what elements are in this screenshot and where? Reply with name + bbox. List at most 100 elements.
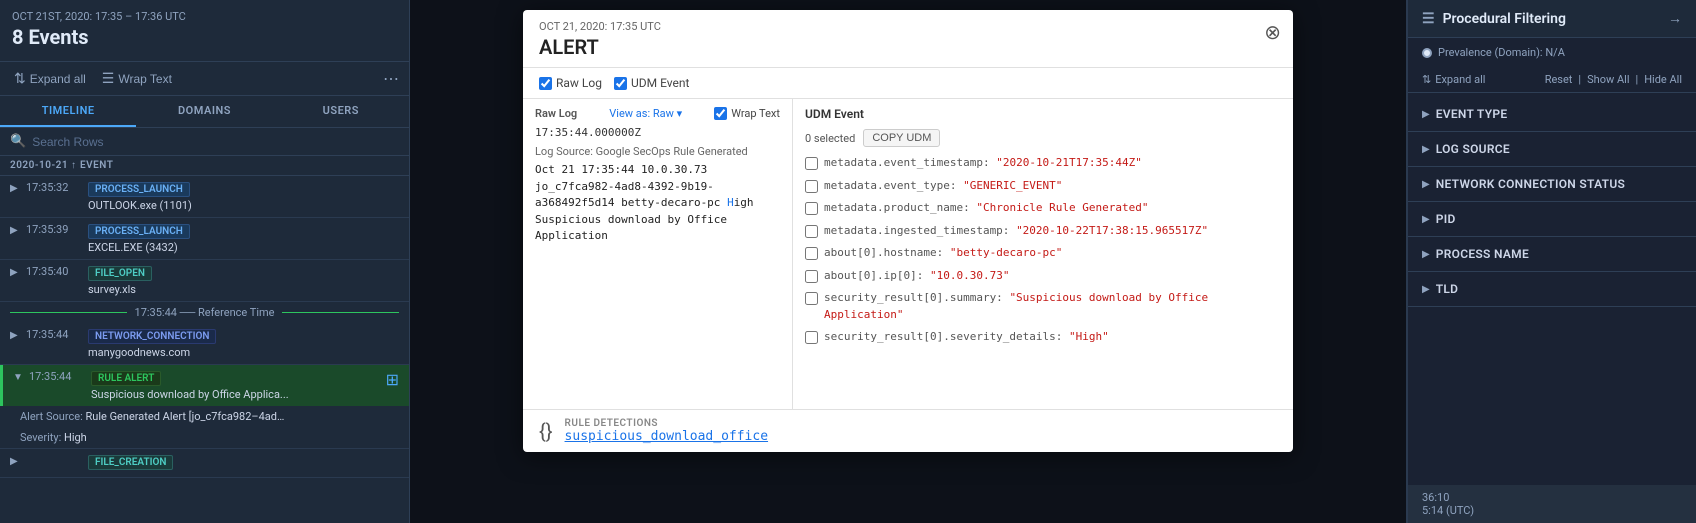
chevron-right-icon: ▶ — [10, 330, 22, 341]
event-group: ▶ 17:35:44 NETWORK_CONNECTION manygoodne… — [0, 323, 409, 365]
filter-section-header[interactable]: ▶ TLD — [1408, 272, 1696, 306]
udm-field: metadata.ingested_timestamp: "2020-10-22… — [805, 223, 1281, 240]
wrap-text-button[interactable]: ☰ Wrap Text — [98, 68, 176, 89]
udm-field-checkbox[interactable] — [805, 202, 818, 215]
filter-section-network-status: ▶ NETWORK CONNECTION STATUS — [1408, 167, 1696, 202]
wrap-text-label: Wrap Text — [731, 107, 780, 120]
raw-log-tab[interactable]: Raw Log — [539, 76, 602, 90]
event-content: PROCESS_LAUNCH OUTLOOK.exe (1101) — [88, 181, 399, 212]
search-input[interactable] — [32, 135, 399, 149]
modal-close-button[interactable]: ⊗ — [1264, 20, 1281, 45]
udm-field-checkbox[interactable] — [805, 247, 818, 260]
filter-section-header[interactable]: ▶ PROCESS NAME — [1408, 237, 1696, 271]
tab-timeline[interactable]: TIMELINE — [0, 96, 136, 127]
wrap-text-checkbox[interactable] — [714, 107, 727, 120]
rule-detections: {} RULE DETECTIONS suspicious_download_o… — [523, 409, 1293, 452]
udm-field: metadata.event_timestamp: "2020-10-21T17… — [805, 155, 1281, 172]
udm-field-checkbox[interactable] — [805, 292, 818, 305]
modal-body: Raw Log View as: Raw ▾ Wrap Text 17:35:4… — [523, 99, 1293, 409]
filter-section-header[interactable]: ▶ EVENT TYPE — [1408, 97, 1696, 131]
event-label: manygoodnews.com — [88, 346, 399, 359]
tab-domains[interactable]: DOMAINS — [136, 96, 272, 127]
filter-section-tld: ▶ TLD — [1408, 272, 1696, 307]
more-button[interactable]: ⋯ — [383, 69, 399, 88]
udm-field-checkbox[interactable] — [805, 225, 818, 238]
event-label: survey.xls — [88, 283, 399, 296]
raw-log-timestamp: 17:35:44.000000Z — [535, 126, 780, 139]
filter-section-header[interactable]: ▶ PID — [1408, 202, 1696, 236]
filter-section-title: LOG SOURCE — [1436, 142, 1510, 156]
table-row[interactable]: ▶ FILE_CREATION — [0, 449, 409, 477]
left-header: OCT 21ST, 2020: 17:35 – 17:36 UTC 8 Even… — [0, 0, 409, 62]
chevron-right-icon: ▶ — [1422, 284, 1430, 295]
chevron-right-icon: ▶ — [10, 225, 22, 236]
time-display: 36:10 5:14 (UTC) — [1408, 485, 1696, 523]
right-title-text: Procedural Filtering — [1443, 11, 1566, 27]
udm-field-text: about[0].hostname: "betty-decaro-pc" — [824, 245, 1062, 262]
right-panel-title: ☰ Procedural Filtering — [1422, 11, 1566, 27]
udm-event-checkbox[interactable] — [614, 77, 627, 90]
show-all-button[interactable]: Show All — [1587, 73, 1629, 86]
log-header: Raw Log View as: Raw ▾ Wrap Text — [535, 107, 780, 120]
raw-log-content: Oct 21 17:35:44 10.0.30.73 jo_c7fca982-4… — [535, 162, 780, 401]
udm-field-text: about[0].ip[0]: "10.0.30.73" — [824, 268, 1009, 285]
udm-field-checkbox[interactable] — [805, 180, 818, 193]
chevron-right-icon: ▶ — [1422, 144, 1430, 155]
modal-title: ALERT — [539, 35, 1277, 59]
udm-field-checkbox[interactable] — [805, 157, 818, 170]
source-value: Google SecOps Rule Generated — [596, 145, 748, 158]
udm-field-text: metadata.product_name: "Chronicle Rule G… — [824, 200, 1149, 217]
udm-field-checkbox[interactable] — [805, 270, 818, 283]
event-group: ▼ 17:35:44 RULE ALERT Suspicious downloa… — [0, 365, 409, 449]
filter-section-header[interactable]: ▶ NETWORK CONNECTION STATUS — [1408, 167, 1696, 201]
right-header: ☰ Procedural Filtering → — [1408, 0, 1696, 38]
expand-all-label: Expand all — [30, 72, 86, 86]
filter-icon: ☰ — [1422, 11, 1435, 27]
filter-section-header[interactable]: ▶ LOG SOURCE — [1408, 132, 1696, 166]
detail-value: High — [64, 431, 87, 444]
prevalence-text: Prevalence (Domain): N/A — [1438, 46, 1565, 59]
hide-all-button[interactable]: Hide All — [1644, 73, 1682, 86]
event-count: 8 Events — [12, 25, 397, 49]
wrap-text-toggle[interactable]: Wrap Text — [714, 107, 780, 120]
table-row[interactable]: ▶ 17:35:39 PROCESS_LAUNCH EXCEL.EXE (343… — [0, 218, 409, 259]
event-group: ▶ 17:35:40 FILE_OPEN survey.xls — [0, 260, 409, 302]
left-panel: OCT 21ST, 2020: 17:35 – 17:36 UTC 8 Even… — [0, 0, 410, 523]
filter-section-title: PROCESS NAME — [1436, 247, 1529, 261]
rule-detections-link[interactable]: suspicious_download_office — [565, 429, 769, 444]
chevron-right-icon: ▶ — [1422, 109, 1430, 120]
copy-udm-button[interactable]: COPY UDM — [863, 129, 940, 147]
view-as-select[interactable]: View as: Raw ▾ — [609, 107, 682, 120]
log-text: Oct 21 17:35:44 10.0.30.73 jo_c7fca982-4… — [535, 163, 754, 242]
events-list: ▶ 17:35:32 PROCESS_LAUNCH OUTLOOK.exe (1… — [0, 176, 409, 523]
wrap-text-label: Wrap Text — [118, 72, 172, 86]
udm-field-text: security_result[0].summary: "Suspicious … — [824, 290, 1281, 323]
chevron-right-icon: ▶ — [10, 267, 22, 278]
detail-label: Severity: — [20, 431, 64, 444]
udm-field-checkbox[interactable] — [805, 331, 818, 344]
event-badge: PROCESS_LAUNCH — [88, 224, 190, 239]
rule-detections-label: RULE DETECTIONS — [565, 418, 769, 429]
udm-event-tab[interactable]: UDM Event — [614, 76, 689, 90]
event-content: NETWORK_CONNECTION manygoodnews.com — [88, 328, 399, 359]
expand-all-button[interactable]: ⇅ Expand all — [10, 68, 90, 89]
tab-users[interactable]: USERS — [273, 96, 409, 127]
filter-expand-all[interactable]: ⇅ Expand all — [1422, 73, 1485, 86]
right-panel-arrow[interactable]: → — [1668, 10, 1682, 27]
filter-section-process-name: ▶ PROCESS NAME — [1408, 237, 1696, 272]
wrap-text-icon: ☰ — [102, 70, 115, 87]
udm-event-label: UDM Event — [631, 76, 689, 90]
udm-field: security_result[0].summary: "Suspicious … — [805, 290, 1281, 323]
search-icon: 🔍 — [10, 134, 26, 149]
table-row[interactable]: ▼ 17:35:44 RULE ALERT Suspicious downloa… — [0, 365, 409, 406]
table-row[interactable]: ▶ 17:35:40 FILE_OPEN survey.xls — [0, 260, 409, 301]
udm-field: about[0].ip[0]: "10.0.30.73" — [805, 268, 1281, 285]
reset-button[interactable]: Reset — [1545, 73, 1573, 86]
chevron-right-icon: ▶ — [10, 456, 22, 467]
table-row[interactable]: ▶ 17:35:32 PROCESS_LAUNCH OUTLOOK.exe (1… — [0, 176, 409, 217]
raw-log-checkbox[interactable] — [539, 77, 552, 90]
date-range: OCT 21ST, 2020: 17:35 – 17:36 UTC — [12, 10, 397, 23]
time-display-2: 5:14 (UTC) — [1422, 504, 1682, 517]
expand-icon: ⇅ — [14, 70, 26, 87]
table-row[interactable]: ▶ 17:35:44 NETWORK_CONNECTION manygoodne… — [0, 323, 409, 364]
